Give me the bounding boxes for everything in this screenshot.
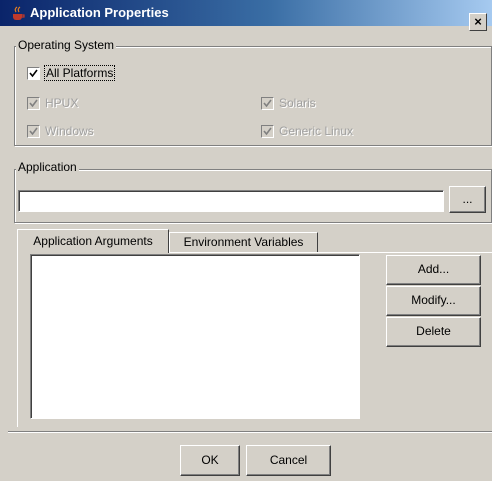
tab-application-arguments-label: Application Arguments bbox=[33, 234, 153, 248]
ok-button[interactable]: OK bbox=[180, 445, 240, 476]
windows-label: Windows bbox=[45, 124, 94, 138]
checkmark-icon bbox=[29, 99, 38, 108]
footer-separator bbox=[8, 431, 492, 433]
tab-environment-variables[interactable]: Environment Variables bbox=[169, 232, 318, 252]
solaris-label: Solaris bbox=[279, 96, 316, 110]
delete-button[interactable]: Delete bbox=[386, 317, 481, 347]
title-bar[interactable]: Application Properties bbox=[0, 0, 492, 26]
cancel-button-label: Cancel bbox=[269, 453, 308, 467]
browse-button-label: ... bbox=[462, 192, 473, 206]
browse-button[interactable]: ... bbox=[449, 186, 486, 213]
add-button[interactable]: Add... bbox=[386, 255, 481, 285]
application-legend: Application bbox=[16, 160, 79, 174]
hpux-checkbox[interactable] bbox=[27, 97, 40, 110]
modify-button[interactable]: Modify... bbox=[386, 286, 481, 316]
hpux-label: HPUX bbox=[45, 96, 79, 110]
delete-button-label: Delete bbox=[416, 324, 451, 338]
generic-linux-label: Generic Linux bbox=[279, 124, 354, 138]
checkmark-icon bbox=[29, 127, 38, 136]
checkmark-icon bbox=[29, 69, 38, 78]
checkmark-icon bbox=[263, 99, 272, 108]
tab-environment-variables-label: Environment Variables bbox=[183, 235, 304, 249]
generic-linux-checkbox[interactable] bbox=[261, 125, 274, 138]
java-cup-icon bbox=[10, 5, 26, 21]
dialog-window: Application Properties × Operating Syste… bbox=[0, 0, 492, 481]
close-button[interactable]: × bbox=[469, 13, 487, 31]
cancel-button[interactable]: Cancel bbox=[246, 445, 331, 476]
checkmark-icon bbox=[263, 127, 272, 136]
arguments-list[interactable] bbox=[30, 254, 360, 419]
windows-checkbox[interactable] bbox=[27, 125, 40, 138]
operating-system-legend: Operating System bbox=[16, 38, 117, 52]
all-platforms-label[interactable]: All Platforms bbox=[43, 65, 116, 81]
add-button-label: Add... bbox=[417, 262, 450, 276]
modify-button-label: Modify... bbox=[411, 293, 456, 307]
ok-button-label: OK bbox=[201, 453, 219, 467]
tab-application-arguments[interactable]: Application Arguments bbox=[17, 229, 169, 253]
close-icon: × bbox=[474, 14, 482, 29]
solaris-checkbox[interactable] bbox=[261, 97, 274, 110]
application-path-input[interactable] bbox=[18, 190, 444, 212]
all-platforms-checkbox[interactable] bbox=[27, 67, 40, 80]
window-title: Application Properties bbox=[30, 5, 169, 20]
